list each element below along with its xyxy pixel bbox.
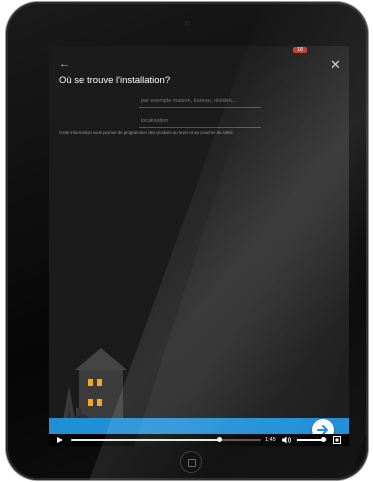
time-label: 1:45 — [265, 437, 276, 443]
volume-knob[interactable] — [320, 437, 326, 442]
volume-fill — [297, 439, 323, 441]
video-controls: 1:45 — [49, 434, 349, 446]
page-title: Où se trouve l'installation? — [59, 75, 171, 86]
progress-fill — [71, 439, 220, 441]
arrow-left-icon[interactable]: ← — [59, 59, 70, 70]
installation-name-input[interactable] — [139, 96, 261, 108]
play-icon[interactable] — [57, 437, 63, 443]
help-text: Cette information vous permet de program… — [59, 130, 234, 135]
camera-lens — [185, 21, 190, 26]
status-badge: 18 — [293, 47, 307, 53]
tablet-frame: 18 ← ✕ Où se trouve l'installation? Cett… — [6, 2, 368, 480]
app-screen: 18 ← ✕ Où se trouve l'installation? Cett… — [49, 46, 349, 446]
progress-slider[interactable] — [71, 437, 261, 442]
home-button[interactable] — [180, 451, 202, 473]
house-icon — [63, 348, 127, 421]
location-input[interactable] — [139, 116, 261, 128]
fullscreen-icon[interactable] — [333, 436, 341, 444]
close-icon[interactable]: ✕ — [330, 58, 341, 71]
progress-knob[interactable] — [217, 437, 223, 442]
footer-bar — [49, 418, 349, 434]
volume-icon[interactable] — [282, 436, 292, 444]
volume-slider[interactable] — [297, 437, 327, 442]
